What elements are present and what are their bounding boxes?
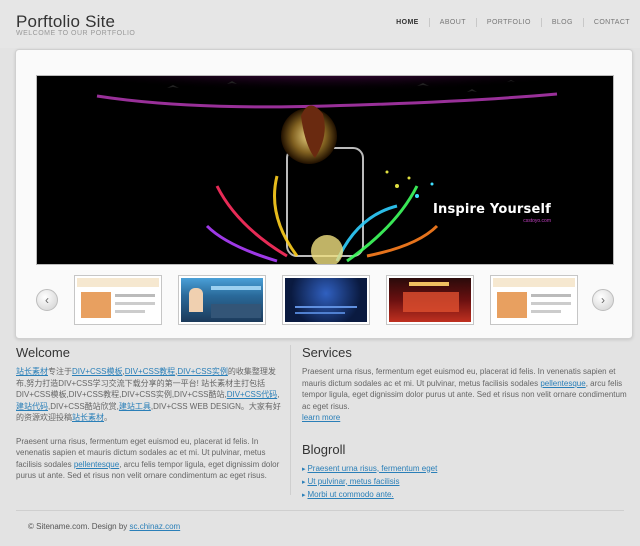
services-paragraph: Praesent urna risus, fermentum eget euis…: [302, 366, 632, 424]
nav-contact[interactable]: CONTACT: [582, 18, 640, 27]
sidebar-section: Services Praesent urna risus, fermentum …: [302, 345, 632, 502]
footer: © Sitename.com. Design by sc.chinaz.com: [28, 522, 180, 531]
thumbnail-image: [493, 278, 575, 322]
welcome-title: Welcome: [16, 345, 70, 360]
blogroll-item: Morbi ut commodo ante.: [302, 489, 632, 502]
welcome-inline-text: ,: [277, 390, 280, 399]
designer-link[interactable]: sc.chinaz.com: [130, 522, 181, 531]
thumbnail-3[interactable]: [282, 275, 370, 325]
header: Porftolio Site WELCOME TO OUR PORTFOLIO …: [0, 0, 640, 48]
featured-banner[interactable]: Inspire Yourself csstoyo.com: [36, 75, 614, 265]
welcome-inline-link[interactable]: 站长素材: [16, 367, 48, 376]
thumbnail-image: [285, 278, 367, 322]
blogroll-list: Praesent urna risus, fermentum eget Ut p…: [302, 463, 632, 502]
column-divider: [290, 345, 291, 495]
blogroll-item: Praesent urna risus, fermentum eget: [302, 463, 632, 476]
thumbnail-1[interactable]: [74, 275, 162, 325]
footer-divider: [16, 510, 624, 511]
welcome-chinese-paragraph: 站长素材专注于DIV+CSS模板,DIV+CSS教程,DIV+CSS实例的收集整…: [16, 366, 284, 424]
banner-subtitle: csstoyo.com: [523, 218, 551, 224]
learn-more-link[interactable]: learn more: [302, 413, 340, 422]
pellentesque-link[interactable]: pellentesque: [74, 460, 119, 469]
portfolio-slider: Inspire Yourself csstoyo.com ‹ ›: [15, 49, 633, 339]
blogroll-title: Blogroll: [302, 441, 346, 457]
thumbnail-4[interactable]: [386, 275, 474, 325]
banner-title: Inspire Yourself: [432, 202, 551, 217]
welcome-section: Welcome 站长素材专注于DIV+CSS模板,DIV+CSS教程,DIV+C…: [16, 345, 284, 482]
banner-artwork: [37, 76, 613, 264]
thumbnail-5[interactable]: [490, 275, 578, 325]
welcome-inline-text: ,DIV+CSS酷站欣赏,: [48, 401, 119, 411]
thumbnail-image: [389, 278, 471, 322]
welcome-inline-link[interactable]: DIV+CSS教程: [125, 367, 175, 376]
welcome-inline-text: 专注于: [48, 367, 72, 376]
chevron-right-icon[interactable]: ›: [592, 289, 614, 311]
welcome-inline-link[interactable]: DIV+CSS实例: [177, 367, 227, 376]
services-pellentesque-link[interactable]: pellentesque: [540, 379, 585, 388]
welcome-inline-link[interactable]: DIV+CSS模板: [72, 367, 122, 376]
welcome-inline-link[interactable]: 建站代码: [16, 402, 48, 411]
footer-text: © Sitename.com. Design by: [28, 522, 130, 531]
main-nav: HOME ABOUT PORTFOLIO BLOG CONTACT: [386, 18, 640, 27]
thumbnail-image: [181, 278, 263, 322]
blogroll-link-2[interactable]: Ut pulvinar, metus facilisis: [307, 477, 399, 486]
blogroll-link-3[interactable]: Morbi ut commodo ante.: [307, 490, 393, 499]
nav-home[interactable]: HOME: [386, 18, 429, 27]
welcome-paragraph: Praesent urna risus, fermentum eget euis…: [16, 436, 284, 482]
thumbnail-image: [77, 278, 159, 322]
blogroll-item: Ut pulvinar, metus facilisis: [302, 476, 632, 489]
welcome-inline-link[interactable]: 站长素材: [72, 413, 104, 422]
nav-about[interactable]: ABOUT: [428, 18, 476, 27]
welcome-inline-link[interactable]: DIV+CSS代码: [227, 390, 277, 399]
services-title: Services: [302, 345, 352, 360]
chevron-left-icon[interactable]: ‹: [36, 289, 58, 311]
nav-blog[interactable]: BLOG: [540, 18, 583, 27]
thumbnail-strip: ‹ ›: [16, 275, 634, 325]
site-title[interactable]: Porftolio Site: [16, 12, 115, 32]
nav-portfolio[interactable]: PORTFOLIO: [475, 18, 541, 27]
blogroll-link-1[interactable]: Praesent urna risus, fermentum eget: [307, 464, 437, 473]
welcome-inline-link[interactable]: 建站工具: [119, 402, 151, 411]
site-tagline: WELCOME TO OUR PORTFOLIO: [16, 30, 136, 37]
welcome-inline-text: 。: [104, 413, 112, 422]
thumbnail-2[interactable]: [178, 275, 266, 325]
